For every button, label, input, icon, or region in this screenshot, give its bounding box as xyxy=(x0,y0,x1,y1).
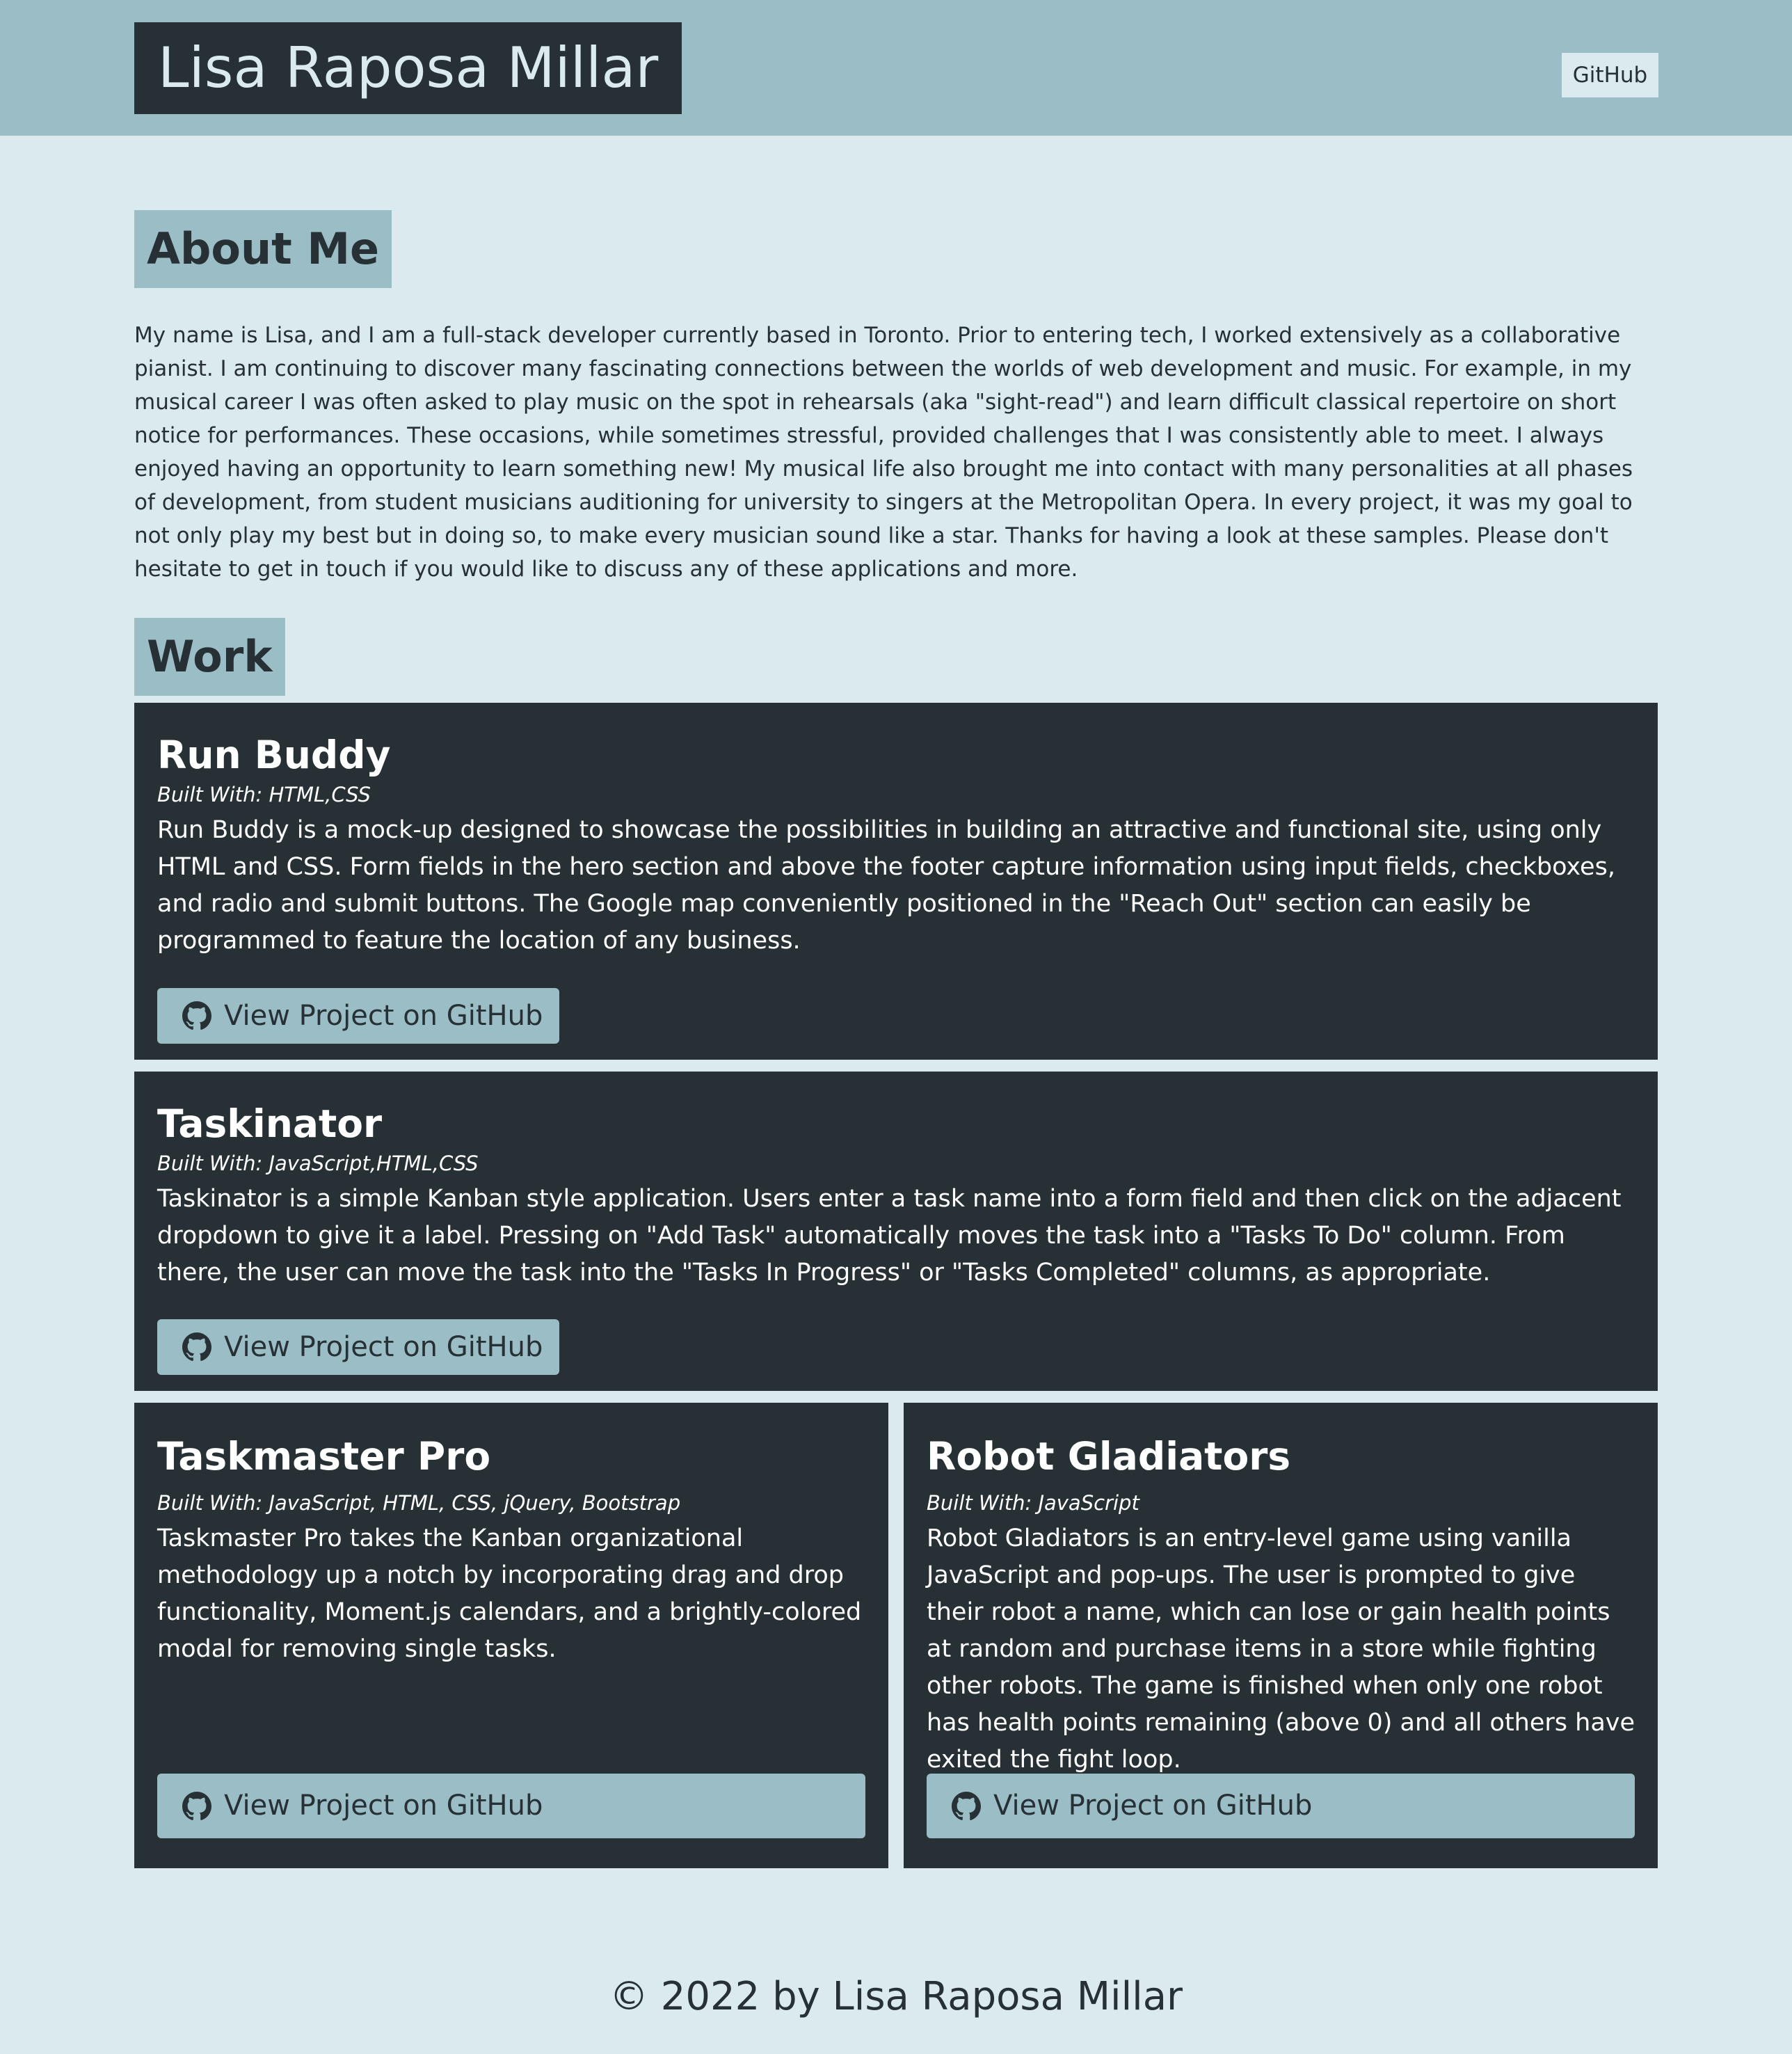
view-project-button[interactable]: View Project on GitHub xyxy=(157,1774,865,1838)
view-project-label: View Project on GitHub xyxy=(224,1790,543,1822)
site-header: Lisa Raposa Millar GitHub xyxy=(0,0,1792,136)
view-project-label: View Project on GitHub xyxy=(993,1790,1313,1822)
view-project-label: View Project on GitHub xyxy=(224,1331,543,1363)
site-footer: © 2022 by Lisa Raposa Millar xyxy=(609,1974,1183,2019)
github-icon xyxy=(182,1001,211,1030)
view-project-button[interactable]: View Project on GitHub xyxy=(157,1319,559,1375)
site-title: Lisa Raposa Millar xyxy=(134,22,682,114)
project-card-taskinator: Taskinator Built With: JavaScript,HTML,C… xyxy=(134,1072,1658,1391)
project-description: Run Buddy is a mock-up designed to showc… xyxy=(157,816,1615,955)
project-title: Taskinator xyxy=(157,1101,383,1146)
project-title: Robot Gladiators xyxy=(927,1434,1291,1479)
project-card-run-buddy: Run Buddy Built With: HTML,CSS Run Buddy… xyxy=(134,703,1658,1060)
project-built-with: Built With: JavaScript xyxy=(927,1491,1139,1515)
project-card-robot-gladiators: Robot Gladiators Built With: JavaScript … xyxy=(904,1403,1658,1868)
project-built-with: Built With: HTML,CSS xyxy=(157,783,371,806)
github-icon xyxy=(952,1791,981,1821)
project-title: Run Buddy xyxy=(157,733,391,777)
project-built-with: Built With: JavaScript,HTML,CSS xyxy=(157,1152,479,1175)
project-built-with: Built With: JavaScript, HTML, CSS, jQuer… xyxy=(157,1491,681,1515)
about-heading: About Me xyxy=(134,210,392,288)
about-text: My name is Lisa, and I am a full-stack d… xyxy=(134,323,1633,582)
github-icon xyxy=(182,1791,211,1821)
project-description: Robot Gladiators is an entry-level game … xyxy=(927,1524,1635,1774)
project-description: Taskinator is a simple Kanban style appl… xyxy=(157,1185,1622,1287)
view-project-button[interactable]: View Project on GitHub xyxy=(157,988,559,1044)
project-card-taskmaster-pro: Taskmaster Pro Built With: JavaScript, H… xyxy=(134,1403,888,1868)
view-project-button[interactable]: View Project on GitHub xyxy=(927,1774,1635,1838)
nav-github-link[interactable]: GitHub xyxy=(1562,53,1658,97)
view-project-label: View Project on GitHub xyxy=(224,1000,543,1032)
work-heading: Work xyxy=(134,618,285,696)
github-icon xyxy=(182,1332,211,1362)
project-description: Taskmaster Pro takes the Kanban organiza… xyxy=(157,1524,862,1663)
project-title: Taskmaster Pro xyxy=(157,1434,491,1479)
